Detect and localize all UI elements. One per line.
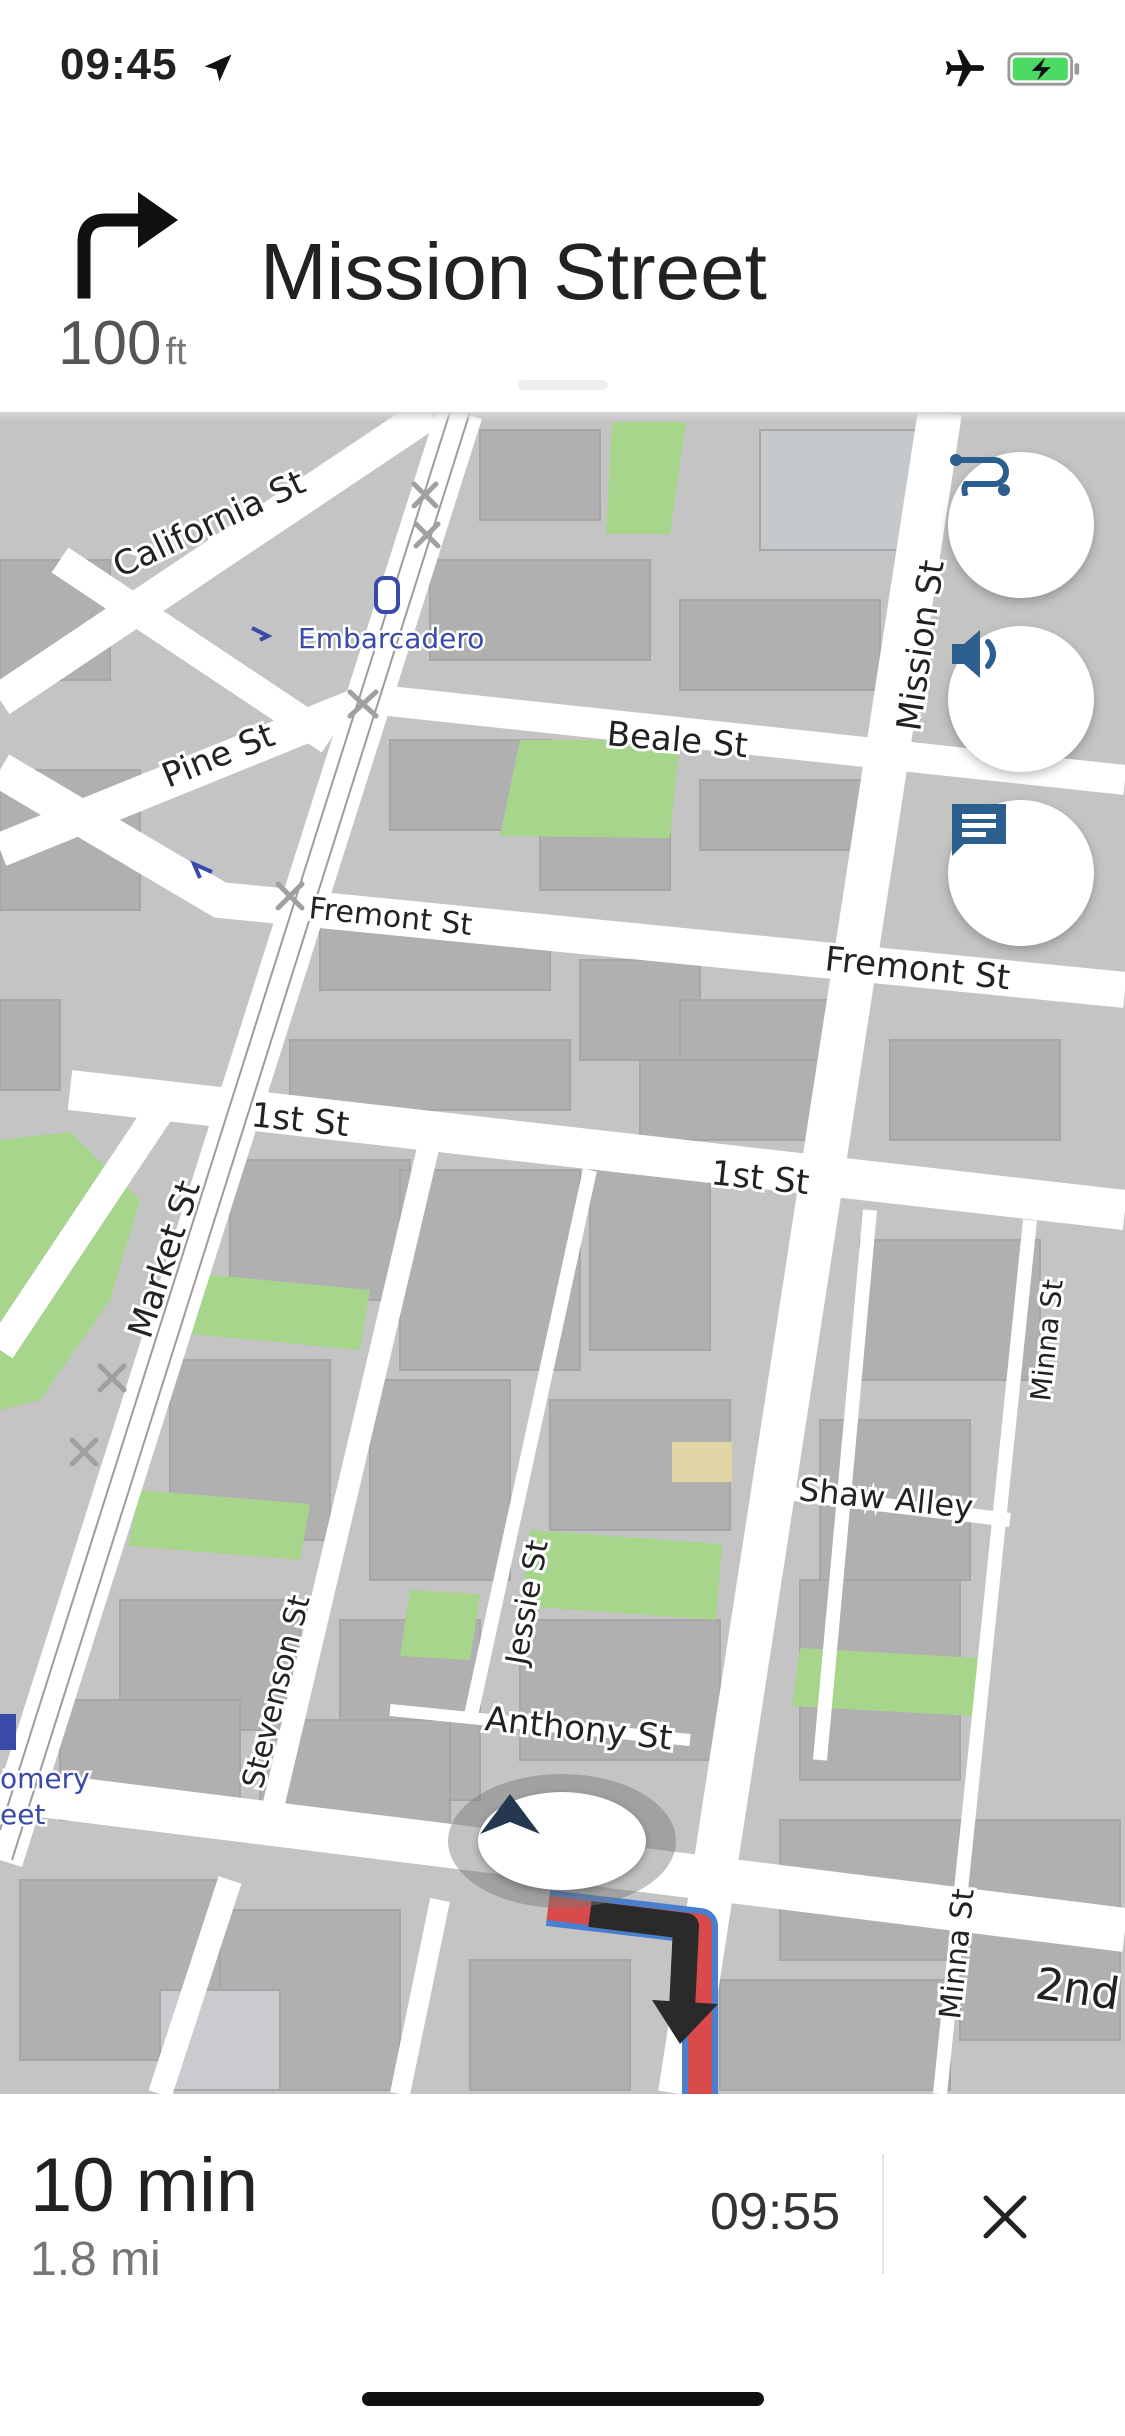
- status-time: 09:45: [60, 40, 178, 89]
- next-street-name: Mission Street: [260, 227, 767, 316]
- transit-label-montgomery-2: eet: [0, 1798, 45, 1831]
- report-message-icon: [952, 804, 1006, 856]
- trip-divider: [882, 2154, 884, 2274]
- banner-grabber[interactable]: [518, 380, 608, 390]
- turn-right-icon: [77, 192, 178, 299]
- map-top-shadow: [0, 412, 1125, 422]
- map-view[interactable]: California St Pine St Beale St Mission S…: [0, 412, 1125, 2094]
- sound-button[interactable]: [948, 626, 1094, 772]
- close-icon: [983, 2195, 1027, 2239]
- home-indicator[interactable]: [362, 2392, 764, 2406]
- trip-eta: 09:55: [710, 2183, 841, 2241]
- recenter-button[interactable]: [478, 1792, 646, 1890]
- trip-duration: 10 min: [30, 2143, 259, 2228]
- speaker-icon: [952, 630, 996, 678]
- instruction-banner[interactable]: 100 ft Mission Street: [0, 140, 1125, 410]
- turn-distance: 100 ft: [58, 308, 187, 379]
- transit-label-embarcadero: Embarcadero: [298, 622, 484, 655]
- status-bar: 09:45: [0, 0, 1125, 140]
- airplane-icon: [945, 49, 985, 87]
- end-navigation-button[interactable]: [962, 2174, 1048, 2260]
- location-arrow-icon: [204, 54, 232, 82]
- route-overview-icon: [950, 454, 1010, 496]
- trip-distance: 1.8 mi: [30, 2233, 161, 2286]
- route-overview-button[interactable]: [948, 452, 1094, 598]
- turn-distance-unit: ft: [165, 331, 187, 373]
- turn-distance-value: 100: [58, 309, 162, 378]
- transit-label-montgomery-1: omery: [0, 1762, 90, 1795]
- trip-summary-panel[interactable]: 10 min 1.8 mi 09:55: [0, 2094, 1125, 2436]
- battery-charging-icon: [1007, 52, 1080, 86]
- report-button[interactable]: [948, 800, 1094, 946]
- recenter-arrow-icon: [480, 1794, 540, 1834]
